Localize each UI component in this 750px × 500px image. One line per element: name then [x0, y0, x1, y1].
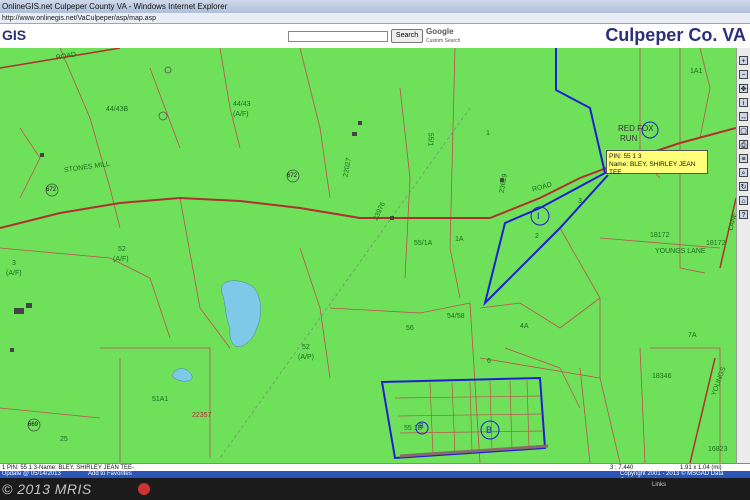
update-label: Update @ 05/14/2013 [2, 471, 61, 477]
search-button[interactable]: Search [391, 29, 423, 43]
pond-large [221, 280, 261, 347]
custom-search-label: Custom Search [426, 38, 461, 44]
home-icon[interactable]: ⌂ [739, 196, 748, 205]
tooltip-name: Name: BLEY, SHIRLEY JEAN TEE [609, 161, 696, 176]
links-label[interactable]: Links [652, 482, 666, 488]
parcel-label: (A/P) [298, 354, 314, 361]
gis-logo: GIS [2, 27, 27, 43]
google-logo: Google [426, 27, 454, 36]
identify-icon[interactable]: i [739, 98, 748, 107]
parcel-label: 55/1A [414, 240, 433, 247]
zoom-out-icon[interactable]: − [739, 70, 748, 79]
parcel-tooltip: PIN: 55 1 3 Name: BLEY, SHIRLEY JEAN TEE [606, 150, 708, 176]
parcel-label: 25 [60, 436, 68, 443]
parcel-label: 6 [487, 358, 491, 365]
parcel-label: 55/1 [426, 132, 434, 147]
road-label-red-fox: RED FOX [618, 124, 654, 133]
parcel-label: (A/F) [233, 111, 249, 118]
parcel-label: 2 [535, 233, 539, 240]
parcel-label: 52 [118, 246, 126, 253]
parcel-label: 18346 [652, 373, 672, 380]
road-label-run: RUN [620, 134, 638, 143]
pin-marker-a [158, 111, 168, 121]
circle-label: I [537, 211, 540, 221]
parcel-label: 16823 [708, 446, 728, 453]
tooltip-pin: PIN: 55 1 3 [609, 153, 642, 160]
measure-icon[interactable]: ↔ [739, 112, 748, 121]
address-bar[interactable]: http://www.onlinegis.net/VaCulpeper/asp/… [0, 13, 750, 24]
road-label-youngs-lane: YOUNGS LANE [655, 248, 706, 255]
stones-mill-road [0, 127, 736, 229]
parcel-label: 1A [455, 236, 464, 243]
parcel-map[interactable]: ROAD STONES MILL ROAD RED FOX RUN YOUNGS… [0, 48, 736, 463]
select-icon[interactable]: ▢ [739, 126, 748, 135]
refresh-icon[interactable]: ↻ [739, 182, 748, 191]
window-title-bar: OnlineGIS.net Culpeper County VA - Windo… [0, 0, 750, 13]
youngs-lane-road [719, 197, 736, 269]
parcel-label: 1A1 [690, 68, 703, 75]
parcel-label: 18172 [706, 240, 726, 247]
app-header: GIS Search Google Custom Search Culpeper… [0, 24, 750, 49]
parcel-label: 7A [688, 332, 697, 339]
search-input[interactable] [288, 31, 388, 42]
add-favorites-link[interactable]: Add to Favorites [88, 471, 132, 478]
route-shield-label: 672 [287, 173, 298, 179]
help-icon[interactable]: ? [739, 210, 748, 219]
zoom-in-icon[interactable]: + [739, 56, 748, 65]
browser-status-bar: Update @ 05/14/2013 Add to Favorites Cop… [0, 471, 750, 484]
parcel-label: 22357 [192, 412, 212, 419]
parcel-label: 1 [486, 130, 490, 137]
map-toolbar: + − ✥ i ↔ ▢ ⎙ ≡ ⌕ ↻ ⌂ ? [736, 48, 750, 463]
parcel-label: 56 [406, 325, 414, 332]
parcel-label: (A/F) [6, 270, 22, 277]
parcel-label: 4A [520, 323, 529, 330]
pan-icon[interactable]: ✥ [739, 84, 748, 93]
parcel-label: 3 [12, 260, 16, 267]
print-icon[interactable]: ⎙ [739, 140, 748, 149]
pin-marker-b [164, 66, 172, 74]
site-title: Culpeper Co. VA [605, 25, 746, 45]
subdivision-lots [394, 379, 544, 455]
parcel-label: (A/F) [113, 256, 129, 263]
parcel-label: 18172 [650, 232, 670, 239]
circle-label: B [486, 425, 493, 435]
start-app-icon[interactable] [138, 483, 150, 495]
parcel-label: 51A1 [152, 396, 169, 403]
windows-taskbar: Links [0, 478, 750, 500]
circle-label: B [419, 423, 424, 430]
parcel-label: 44/43B [106, 106, 129, 113]
subdivision-outline[interactable] [380, 376, 547, 460]
parcel-label: 44/43 [233, 101, 251, 108]
parcel-label: 52 [302, 344, 310, 351]
mris-watermark: © 2013 MRIS [2, 481, 92, 497]
subdivision-road [399, 444, 549, 458]
search-icon[interactable]: ⌕ [739, 168, 748, 177]
layers-icon[interactable]: ≡ [739, 154, 748, 163]
pond-small [171, 368, 193, 382]
parcel-label: 3 [578, 198, 582, 205]
route-shield-label: 669 [28, 422, 39, 428]
circle-marker-i[interactable] [530, 206, 550, 226]
route-shield-label: 672 [46, 187, 57, 193]
parcel-label: 54/58 [447, 313, 465, 320]
